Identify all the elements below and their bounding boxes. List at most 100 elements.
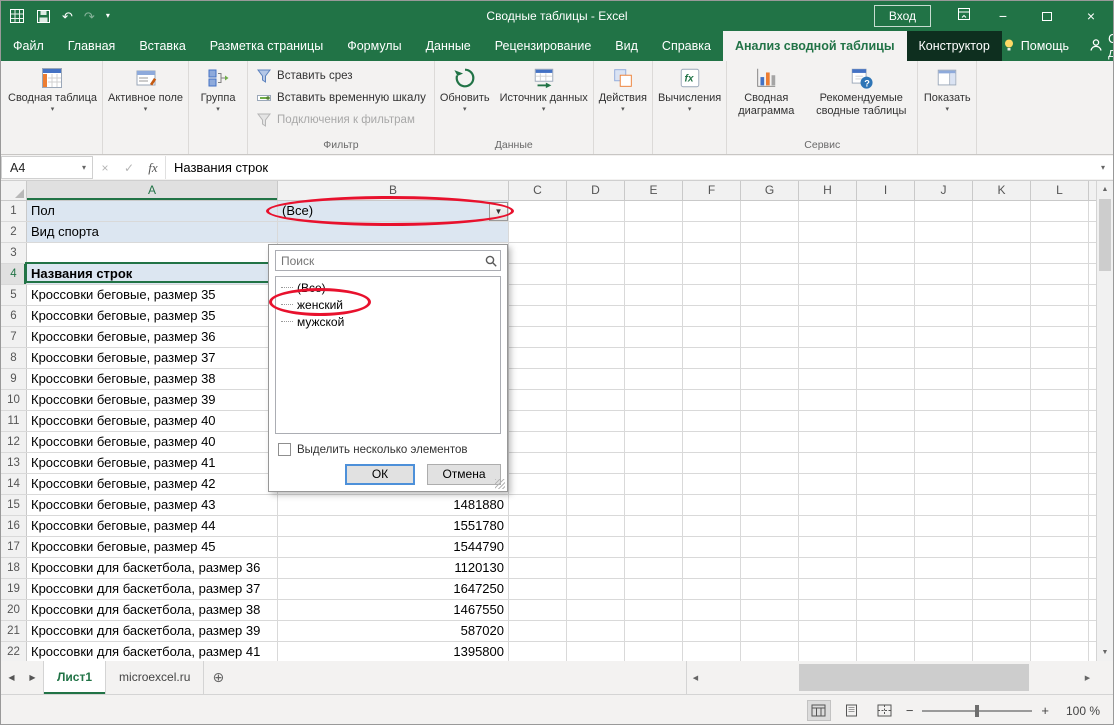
cell-column-a[interactable]: Кроссовки беговые, размер 35 xyxy=(27,306,278,326)
row-header[interactable]: 19 xyxy=(1,579,27,599)
empty-cells[interactable] xyxy=(509,537,1113,557)
empty-cells[interactable] xyxy=(509,369,1113,389)
cell-column-b[interactable]: 1120130 xyxy=(278,558,509,578)
ribbon-tab[interactable]: Данные xyxy=(414,31,483,61)
new-sheet-icon[interactable]: ⊕ xyxy=(204,661,232,694)
column-header[interactable]: A xyxy=(27,181,278,200)
cell-column-a[interactable]: Кроссовки беговые, размер 41 xyxy=(27,453,278,473)
row-header[interactable]: 12 xyxy=(1,432,27,452)
horizontal-scrollbar[interactable]: ◀ ▶ xyxy=(686,661,1096,694)
page-break-view-button[interactable] xyxy=(873,700,897,721)
cancel-button[interactable]: Отмена xyxy=(427,464,501,485)
column-header[interactable]: C xyxy=(509,181,567,200)
cell-column-a[interactable]: Кроссовки беговые, размер 43 xyxy=(27,495,278,515)
row-header[interactable]: 13 xyxy=(1,453,27,473)
filter-option[interactable]: мужской xyxy=(276,313,500,330)
row-header[interactable]: 11 xyxy=(1,411,27,431)
row-header[interactable]: 17 xyxy=(1,537,27,557)
close-button[interactable]: × xyxy=(1069,1,1113,31)
filter-option[interactable]: женский xyxy=(276,296,500,313)
expand-formula-bar-icon[interactable]: ▾ xyxy=(1093,156,1113,179)
group-button[interactable]: Группа ▾ xyxy=(189,61,247,115)
column-header[interactable]: D xyxy=(567,181,625,200)
normal-view-button[interactable] xyxy=(807,700,831,721)
empty-cells[interactable] xyxy=(509,495,1113,515)
active-field-button[interactable]: Активное поле ▾ xyxy=(103,61,188,115)
search-input[interactable] xyxy=(275,250,501,271)
insert-timeline-button[interactable]: Вставить временную шкалу xyxy=(256,90,426,106)
ribbon-tab[interactable]: Формулы xyxy=(335,31,413,61)
row-header[interactable]: 2 xyxy=(1,222,27,242)
row-header[interactable]: 8 xyxy=(1,348,27,368)
pivot-filter-dropdown-button[interactable]: ▼ xyxy=(489,202,508,221)
column-header[interactable]: G xyxy=(741,181,799,200)
row-header[interactable]: 4 xyxy=(1,264,27,284)
row-header[interactable]: 21 xyxy=(1,621,27,641)
cell-column-a[interactable]: Кроссовки беговые, размер 42 xyxy=(27,474,278,494)
empty-cells[interactable] xyxy=(509,348,1113,368)
cell-column-a[interactable]: Кроссовки беговые, размер 44 xyxy=(27,516,278,536)
pivot-table-button[interactable]: Сводная таблица ▾ xyxy=(3,61,102,115)
cell-column-a[interactable]: Пол xyxy=(27,201,278,221)
row-header[interactable]: 22 xyxy=(1,642,27,661)
column-header[interactable]: B xyxy=(278,181,509,200)
actions-button[interactable]: Действия ▾ xyxy=(594,61,652,115)
empty-cells[interactable] xyxy=(509,243,1113,263)
multi-select-checkbox[interactable]: Выделить несколько элементов xyxy=(278,443,468,456)
refresh-button[interactable]: Обновить ▾ xyxy=(435,61,495,138)
empty-cells[interactable] xyxy=(509,264,1113,284)
recommended-pivot-tables-button[interactable]: ? Рекомендуемые сводные таблицы xyxy=(805,61,917,138)
minimize-button[interactable]: − xyxy=(981,1,1025,31)
cell-column-a[interactable]: Кроссовки беговые, размер 35 xyxy=(27,285,278,305)
cell-column-a[interactable]: Кроссовки беговые, размер 40 xyxy=(27,411,278,431)
cell-column-b[interactable] xyxy=(278,222,509,242)
zoom-level[interactable]: 100 % xyxy=(1058,704,1100,718)
row-header[interactable]: 18 xyxy=(1,558,27,578)
ribbon-tab[interactable]: Разметка страницы xyxy=(198,31,335,61)
zoom-out-button[interactable]: − xyxy=(906,703,914,718)
column-header[interactable]: K xyxy=(973,181,1031,200)
column-header[interactable]: H xyxy=(799,181,857,200)
sheet-nav-right-icon[interactable]: ▶ xyxy=(22,661,43,694)
customize-qat-icon[interactable]: ▾ xyxy=(106,12,110,20)
ribbon-tab[interactable]: Вид xyxy=(603,31,650,61)
cell-column-b[interactable]: 1395800 xyxy=(278,642,509,661)
ribbon-tab[interactable]: Рецензирование xyxy=(483,31,604,61)
cell-column-a[interactable]: Кроссовки беговые, размер 36 xyxy=(27,327,278,347)
share-button[interactable]: Общий доступ xyxy=(1089,32,1114,60)
help-button[interactable]: Помощь xyxy=(1002,38,1069,55)
empty-cells[interactable] xyxy=(509,432,1113,452)
maximize-button[interactable] xyxy=(1025,1,1069,31)
row-header[interactable]: 7 xyxy=(1,327,27,347)
scroll-up-icon[interactable]: ▲ xyxy=(1097,181,1113,198)
horizontal-scroll-track[interactable] xyxy=(704,661,1079,694)
column-header[interactable]: J xyxy=(915,181,973,200)
scroll-down-icon[interactable]: ▼ xyxy=(1097,644,1113,661)
cell-column-b[interactable]: 1467550 xyxy=(278,600,509,620)
cell-column-a[interactable]: Кроссовки беговые, размер 37 xyxy=(27,348,278,368)
tab-constructor[interactable]: Конструктор xyxy=(907,31,1002,61)
resize-grip[interactable] xyxy=(495,479,505,489)
excel-app-icon[interactable] xyxy=(9,8,25,24)
sign-in-button[interactable]: Вход xyxy=(874,5,931,27)
cell-column-a[interactable]: Кроссовки беговые, размер 38 xyxy=(27,369,278,389)
column-header[interactable]: L xyxy=(1031,181,1089,200)
ok-button[interactable]: ОК xyxy=(345,464,415,485)
cell-column-a[interactable]: Кроссовки для баскетбола, размер 36 xyxy=(27,558,278,578)
empty-cells[interactable] xyxy=(509,600,1113,620)
row-header[interactable]: 15 xyxy=(1,495,27,515)
empty-cells[interactable] xyxy=(509,453,1113,473)
row-header[interactable]: 16 xyxy=(1,516,27,536)
empty-cells[interactable] xyxy=(509,327,1113,347)
empty-cells[interactable] xyxy=(509,306,1113,326)
empty-cells[interactable] xyxy=(509,558,1113,578)
redo-icon[interactable]: ↷ xyxy=(84,10,95,23)
ribbon-tab[interactable]: Главная xyxy=(56,31,128,61)
column-header[interactable]: E xyxy=(625,181,683,200)
calculations-button[interactable]: fx Вычисления ▾ xyxy=(653,61,726,115)
zoom-thumb[interactable] xyxy=(975,705,979,717)
insert-function-icon[interactable]: fx xyxy=(141,160,165,176)
cell-column-b[interactable]: (Все) xyxy=(278,201,509,221)
insert-slicer-button[interactable]: Вставить срез xyxy=(256,68,426,84)
sheet-tab-list1[interactable]: Лист1 xyxy=(43,661,106,694)
